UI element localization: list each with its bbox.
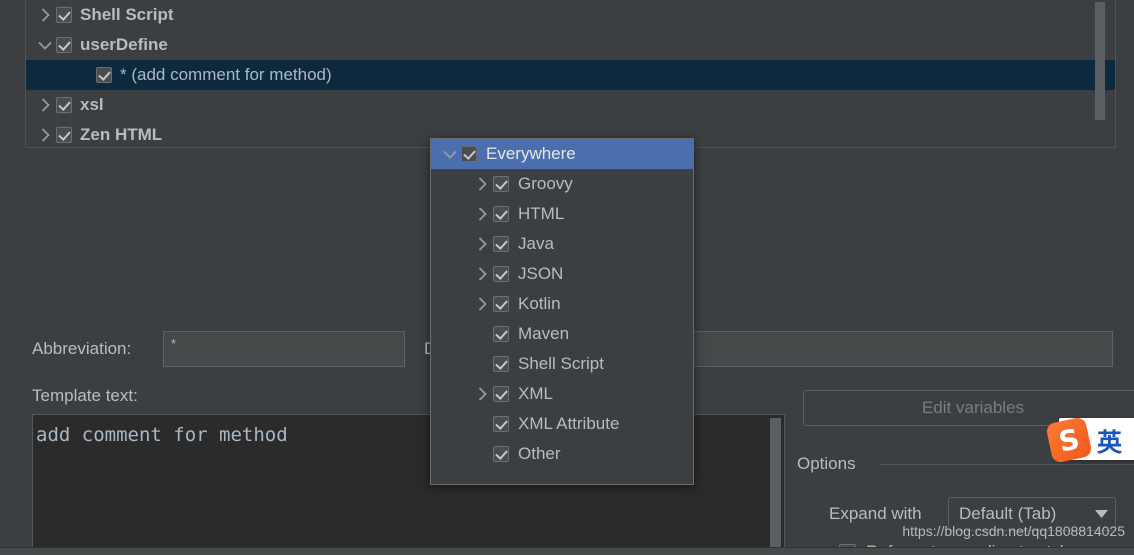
abbreviation-label: Abbreviation: — [32, 339, 132, 358]
popup-row-checkbox[interactable] — [461, 146, 477, 162]
chevron-right-icon[interactable] — [471, 383, 493, 405]
popup-row-checkbox[interactable] — [493, 416, 509, 432]
popup-row-label: Other — [518, 444, 561, 463]
template-text-label: Template text: — [32, 386, 138, 405]
popup-row-checkbox[interactable] — [493, 236, 509, 252]
tree-row[interactable]: * (add comment for method) — [26, 60, 1115, 90]
tree-row[interactable]: userDefine — [26, 30, 1115, 60]
template-settings-dialog: Shell Script userDefine * (add comment for… — [0, 0, 1134, 555]
popup-row[interactable]: XML — [431, 379, 693, 409]
ime-mode-label: 英 — [1097, 428, 1123, 457]
chevron-down-icon — [1087, 510, 1115, 518]
options-group-label: Options — [797, 454, 864, 474]
chevron-right-icon[interactable] — [471, 263, 493, 285]
popup-row-label: Maven — [518, 324, 570, 343]
popup-row-label: JSON — [518, 264, 564, 283]
chevron-right-icon[interactable] — [471, 203, 493, 225]
chevron-right-icon[interactable] — [34, 94, 56, 116]
tree-row-checkbox[interactable] — [56, 7, 72, 23]
blog-url-watermark: https://blog.csdn.net/qq1808814025 — [902, 523, 1125, 539]
popup-row-checkbox[interactable] — [493, 386, 509, 402]
tree-rows-container: Shell Script userDefine * (add comment for… — [26, 0, 1115, 147]
popup-row-label: XML Attribute — [518, 414, 620, 433]
template-text-value: add comment for method — [36, 424, 288, 446]
expand-with-value: Default (Tab) — [959, 504, 1057, 523]
applicable-contexts-popup[interactable]: Everywhere Groovy HTML Java JSON Kotlin Maven S… — [430, 138, 694, 485]
popup-row[interactable]: Everywhere — [431, 139, 693, 169]
chevron-down-icon[interactable] — [34, 34, 56, 56]
popup-row-checkbox[interactable] — [493, 446, 509, 462]
sogou-logo-icon: S — [1045, 416, 1093, 464]
tree-row[interactable]: Shell Script — [26, 0, 1115, 30]
popup-row[interactable]: Maven — [431, 319, 693, 349]
popup-rows-container: Everywhere Groovy HTML Java JSON Kotlin Maven S… — [431, 139, 693, 469]
popup-row-label: Java — [518, 234, 554, 253]
popup-row-checkbox[interactable] — [493, 206, 509, 222]
template-editor-scrollbar-thumb[interactable] — [770, 418, 781, 555]
popup-row[interactable]: XML Attribute — [431, 409, 693, 439]
popup-row-label: XML — [518, 384, 553, 403]
popup-row[interactable]: Java — [431, 229, 693, 259]
chevron-right-icon[interactable] — [471, 233, 493, 255]
tree-row-label: Zen HTML — [80, 125, 163, 144]
chevron-right-icon[interactable] — [471, 293, 493, 315]
tree-row-checkbox[interactable] — [56, 37, 72, 53]
tree-row-checkbox[interactable] — [56, 97, 72, 113]
popup-row-label: HTML — [518, 204, 565, 223]
popup-row-label: Shell Script — [518, 354, 604, 373]
popup-row-label: Kotlin — [518, 294, 561, 313]
popup-row[interactable]: JSON — [431, 259, 693, 289]
tree-row-label: * (add comment for method) — [120, 65, 332, 84]
sogou-ime-indicator[interactable]: S 英 — [1045, 416, 1134, 464]
popup-row[interactable]: Kotlin — [431, 289, 693, 319]
popup-row-checkbox[interactable] — [493, 296, 509, 312]
popup-row-label: Everywhere — [486, 144, 576, 163]
abbreviation-input[interactable]: * — [163, 331, 405, 367]
dialog-bottom-strip — [0, 547, 1134, 555]
popup-row-checkbox[interactable] — [493, 326, 509, 342]
tree-scrollbar-thumb[interactable] — [1095, 2, 1105, 120]
chevron-right-icon[interactable] — [34, 124, 56, 146]
popup-row[interactable]: HTML — [431, 199, 693, 229]
chevron-right-icon[interactable] — [471, 173, 493, 195]
popup-row[interactable]: Other — [431, 439, 693, 469]
options-group-divider — [880, 464, 1134, 465]
tree-row-label: userDefine — [80, 35, 168, 54]
popup-row[interactable]: Shell Script — [431, 349, 693, 379]
tree-row-checkbox[interactable] — [56, 127, 72, 143]
tree-row-label: xsl — [80, 95, 104, 114]
tree-row-checkbox[interactable] — [96, 67, 112, 83]
popup-row-checkbox[interactable] — [493, 266, 509, 282]
popup-row-label: Groovy — [518, 174, 573, 193]
popup-row[interactable]: Groovy — [431, 169, 693, 199]
chevron-right-icon[interactable] — [34, 4, 56, 26]
template-group-tree[interactable]: Shell Script userDefine * (add comment for… — [25, 0, 1116, 148]
popup-row-checkbox[interactable] — [493, 176, 509, 192]
popup-row-checkbox[interactable] — [493, 356, 509, 372]
chevron-down-icon[interactable] — [439, 143, 461, 165]
expand-with-label: Expand with — [829, 504, 922, 523]
tree-row[interactable]: xsl — [26, 90, 1115, 120]
tree-row-label: Shell Script — [80, 5, 174, 24]
